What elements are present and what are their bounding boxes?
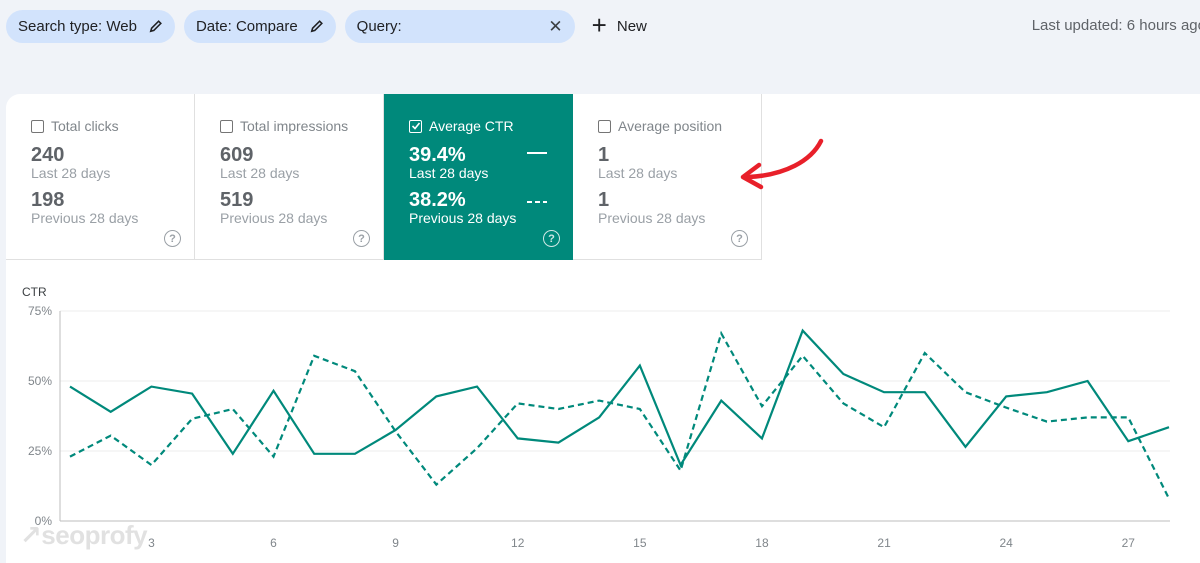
card-title: Average CTR	[429, 118, 514, 134]
pencil-icon[interactable]	[149, 19, 163, 33]
search-type-label: Search type: Web	[18, 17, 137, 35]
close-icon[interactable]: ✕	[548, 18, 562, 35]
y-tick-label: 0%	[35, 514, 53, 528]
x-tick-label: 12	[511, 536, 525, 550]
current-value: 39.4%	[409, 144, 466, 166]
red-arrow-annotation	[740, 138, 824, 190]
query-label: Query:	[356, 17, 402, 35]
current-period-line	[69, 328, 1170, 468]
card-title: Total clicks	[51, 118, 119, 134]
pencil-icon[interactable]	[310, 19, 324, 33]
x-tick-label: 21	[877, 536, 891, 550]
legend-dashed-line	[527, 201, 547, 203]
current-value: 240	[31, 144, 65, 166]
y-tick-label: 50%	[28, 374, 52, 388]
checkbox[interactable]	[31, 119, 44, 133]
checkbox[interactable]	[598, 119, 611, 133]
x-tick-label: 18	[755, 536, 769, 550]
x-tick-label: 9	[392, 536, 399, 550]
help-icon[interactable]: ?	[164, 230, 181, 247]
current-label: Last 28 days	[409, 165, 489, 181]
card-total-clicks[interactable]: Total clicks 240 Last 28 days 198 Previo…	[6, 94, 195, 260]
help-icon[interactable]: ?	[731, 230, 748, 247]
x-tick-label: 24	[1000, 536, 1014, 550]
y-axis-title: CTR	[22, 285, 47, 299]
checkbox-checked[interactable]	[409, 119, 422, 133]
checkbox[interactable]	[220, 119, 233, 133]
help-icon[interactable]: ?	[353, 230, 370, 247]
current-label: Last 28 days	[220, 165, 300, 181]
previous-value: 38.2%	[409, 189, 466, 212]
previous-label: Previous 28 days	[409, 210, 517, 227]
date-chip[interactable]: Date: Compare	[183, 9, 336, 43]
x-tick-label: 6	[270, 536, 277, 550]
current-label: Last 28 days	[31, 165, 111, 181]
y-tick-label: 75%	[28, 304, 52, 318]
card-title: Total impressions	[240, 118, 349, 134]
new-filter-button[interactable]: + New	[591, 9, 647, 40]
previous-label: Previous 28 days	[220, 210, 328, 227]
card-total-impressions[interactable]: Total impressions 609 Last 28 days 519 P…	[195, 94, 384, 260]
previous-label: Previous 28 days	[31, 210, 139, 227]
last-updated: Last updated: 6 hours ago	[1031, 17, 1200, 34]
card-average-position[interactable]: Average position 1 Last 28 days 1 Previo…	[573, 94, 762, 260]
help-icon[interactable]: ?	[543, 230, 560, 247]
y-tick-label: 25%	[28, 444, 52, 458]
previous-value: 198	[31, 189, 65, 212]
current-value: 609	[220, 144, 254, 166]
date-label: Date: Compare	[195, 17, 298, 35]
x-tick-label: 3	[148, 536, 155, 550]
search-type-chip[interactable]: Search type: Web	[6, 9, 175, 43]
line-chart: CTR 0% 25% 50% 75% 3 6 9 12 15 18 21 24 27	[22, 285, 1170, 550]
previous-period-line	[69, 330, 1170, 500]
card-average-ctr[interactable]: Average CTR 39.4% Last 28 days 38.2% Pre…	[384, 94, 573, 260]
filter-bar: Search type: Web Date: Compare Query: ✕ …	[0, 0, 1200, 52]
new-label: New	[616, 17, 647, 35]
check-icon	[411, 122, 420, 130]
x-tick-label: 27	[1122, 536, 1136, 550]
previous-value: 519	[220, 189, 254, 212]
card-title: Average position	[618, 118, 723, 134]
previous-label: Previous 28 days	[598, 210, 706, 227]
query-chip[interactable]: Query: ✕	[344, 9, 575, 43]
metric-cards: Total clicks 240 Last 28 days 198 Previo…	[6, 94, 762, 260]
plus-icon: +	[591, 9, 607, 40]
ctr-chart: CTR 0% 25% 50% 75% 3 6 9 12 15 18 21 24 27	[0, 280, 1200, 563]
x-tick-label: 15	[633, 536, 647, 550]
legend-solid-line	[527, 152, 547, 154]
